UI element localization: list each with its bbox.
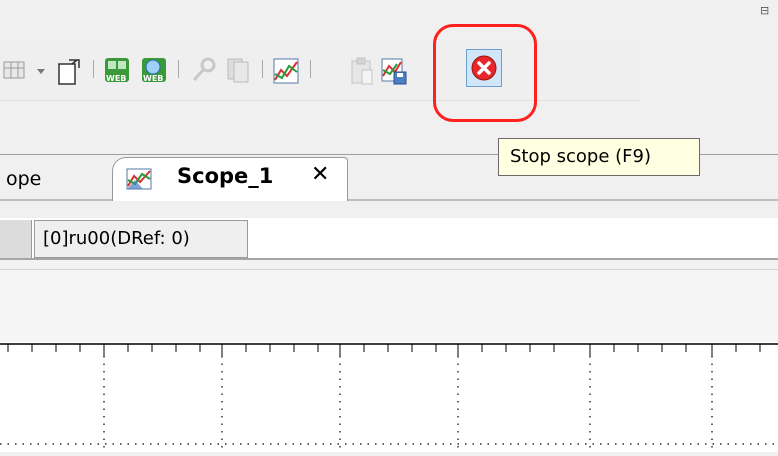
scope-header-panel xyxy=(0,270,778,342)
tooltip: Stop scope (F9) xyxy=(498,138,700,176)
web-search-icon[interactable]: WEB xyxy=(140,56,166,83)
toolbar-separator xyxy=(310,60,311,78)
close-icon[interactable]: ✕ xyxy=(311,162,329,187)
reference-tab[interactable]: [0]ru00(DRef: 0) xyxy=(34,220,248,258)
scope-plot-area[interactable] xyxy=(0,342,778,452)
key-icon[interactable] xyxy=(190,56,216,82)
toolbar-separator xyxy=(93,60,94,78)
tab-label: Scope_1 xyxy=(177,164,274,188)
table-icon[interactable] xyxy=(2,56,28,82)
restore-icon[interactable]: ⊟ xyxy=(760,4,769,17)
copy-document-icon[interactable] xyxy=(55,56,81,85)
toolbar: WEB WEB xyxy=(0,40,640,101)
svg-text:WEB: WEB xyxy=(143,74,163,83)
scope-graph-icon[interactable] xyxy=(272,56,299,84)
divider xyxy=(0,258,778,270)
scope-graph-icon xyxy=(125,166,155,196)
svg-text:WEB: WEB xyxy=(106,74,126,83)
document-edit-icon[interactable] xyxy=(224,56,250,83)
scope-save-icon[interactable] xyxy=(380,56,407,85)
reference-tab-prev[interactable] xyxy=(0,220,32,258)
dropdown-arrow-icon[interactable] xyxy=(34,56,48,82)
web-add-icon[interactable]: WEB xyxy=(103,56,129,83)
scope-grid xyxy=(0,343,778,452)
toolbar-separator xyxy=(178,60,179,78)
tab-scope[interactable]: ope xyxy=(0,160,118,200)
toolbar-separator xyxy=(262,60,263,78)
highlight-ring xyxy=(433,24,537,122)
paste-icon[interactable] xyxy=(348,56,374,85)
tab-label: ope xyxy=(6,168,42,190)
tab-scope-1[interactable]: Scope_1 ✕ xyxy=(112,157,348,201)
